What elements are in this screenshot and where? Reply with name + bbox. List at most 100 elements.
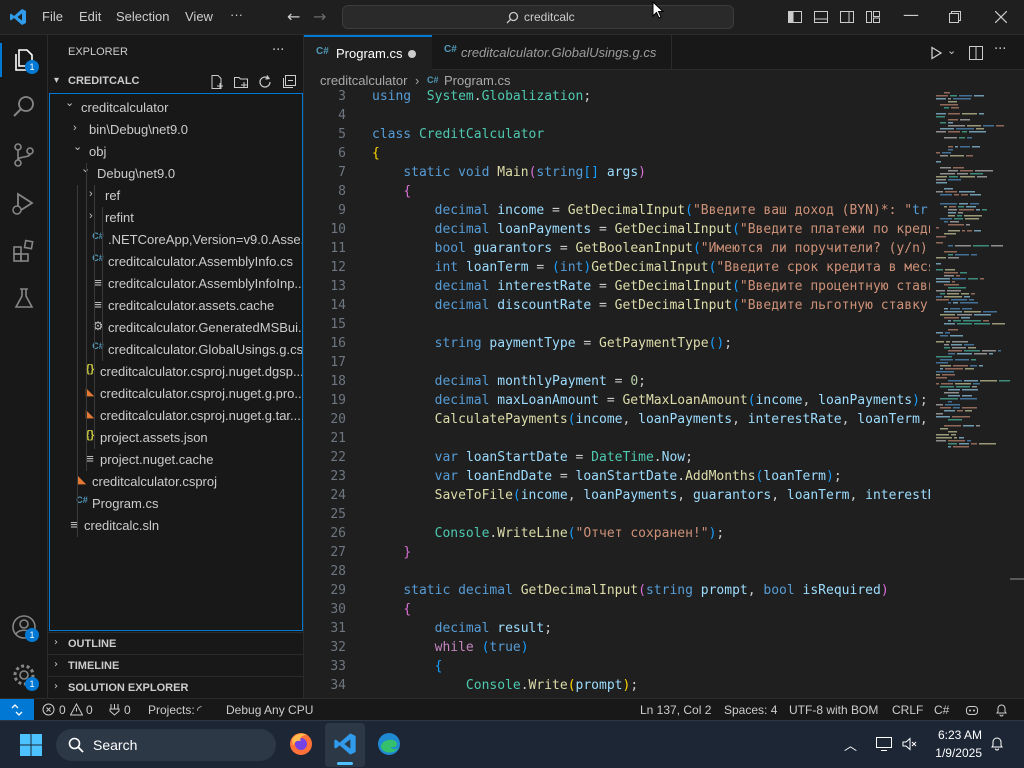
- code-line[interactable]: 27 }: [304, 545, 930, 564]
- code-line[interactable]: 26 Console.WriteLine("Отчет сохранен!");: [304, 526, 930, 545]
- tab-program-cs[interactable]: C# Program.cs: [304, 35, 432, 70]
- tree-item[interactable]: ≡ creditcalc.sln: [50, 515, 302, 537]
- collapse-all-icon[interactable]: [281, 74, 297, 90]
- vscode-taskbar-icon[interactable]: [333, 732, 357, 756]
- code-line[interactable]: 5 class CreditCalculator: [304, 127, 930, 146]
- language-mode[interactable]: C#: [934, 703, 949, 717]
- chevron-right-icon[interactable]: ›: [73, 122, 83, 134]
- windows-start-icon[interactable]: [20, 734, 42, 756]
- copilot-icon[interactable]: [965, 703, 979, 717]
- explorer-more-icon[interactable]: ···: [272, 43, 284, 58]
- code-line[interactable]: 7 static void Main(string[] args): [304, 165, 930, 184]
- network-display-icon[interactable]: [875, 736, 893, 752]
- tree-item[interactable]: ◣ creditcalculator.csproj.nuget.g.pro...: [50, 383, 302, 405]
- code-line[interactable]: 3 using System.Globalization;: [304, 89, 930, 108]
- code-line[interactable]: 9 decimal income = GetDecimalInput("Введ…: [304, 203, 930, 222]
- toggle-panel-icon[interactable]: [813, 9, 829, 25]
- tree-item[interactable]: ⚙ creditcalculator.GeneratedMSBui...: [50, 317, 302, 339]
- code-editor[interactable]: 3 using System.Globalization; 4 5 class Cred…: [304, 88, 930, 698]
- error-count[interactable]: 0: [59, 703, 66, 717]
- more-menus-icon[interactable]: ···: [230, 7, 243, 22]
- code-line[interactable]: 34 Console.Write(prompt);: [304, 678, 930, 697]
- remote-indicator[interactable]: [0, 699, 34, 721]
- chevron-down-icon[interactable]: ⌄: [73, 141, 83, 153]
- tree-item[interactable]: C# creditcalculator.GlobalUsings.g.cs: [50, 339, 302, 361]
- forward-arrow-icon[interactable]: →: [313, 7, 326, 26]
- vscode-logo-icon[interactable]: [9, 8, 27, 26]
- tree-item[interactable]: ◣ creditcalculator.csproj.nuget.g.tar...: [50, 405, 302, 427]
- tree-item[interactable]: › ref: [50, 185, 302, 207]
- menu-selection[interactable]: Selection: [116, 9, 169, 24]
- chevron-down-icon[interactable]: ⌄: [947, 44, 956, 57]
- code-line[interactable]: 30 {: [304, 602, 930, 621]
- toggle-secondary-sidebar-icon[interactable]: [839, 9, 855, 25]
- tree-item[interactable]: C# creditcalculator.AssemblyInfo.cs: [50, 251, 302, 273]
- notification-center-icon[interactable]: [990, 736, 1004, 752]
- close-icon[interactable]: [995, 11, 1007, 23]
- code-line[interactable]: 31 decimal result;: [304, 621, 930, 640]
- solution-explorer-section[interactable]: › SOLUTION EXPLORER: [48, 676, 304, 698]
- code-line[interactable]: 6{: [304, 146, 930, 165]
- volume-muted-icon[interactable]: [901, 736, 917, 752]
- code-line[interactable]: 4: [304, 108, 930, 127]
- minimap[interactable]: [930, 88, 1024, 698]
- code-line[interactable]: 12 int loanTerm = (int)GetDecimalInput("…: [304, 260, 930, 279]
- tree-item[interactable]: ⌄ creditcalculator: [50, 97, 302, 119]
- tree-item[interactable]: C# Program.cs: [50, 493, 302, 515]
- outline-section[interactable]: › OUTLINE: [48, 632, 304, 654]
- code-line[interactable]: 20 CalculatePayments(income, loanPayment…: [304, 412, 930, 431]
- new-folder-icon[interactable]: [233, 74, 249, 90]
- tree-item[interactable]: › bin\Debug\net9.0: [50, 119, 302, 141]
- tree-item[interactable]: {} creditcalculator.csproj.nuget.dgsp...: [50, 361, 302, 383]
- run-debug-icon[interactable]: [10, 189, 38, 217]
- code-line[interactable]: 29 static decimal GetDecimalInput(string…: [304, 583, 930, 602]
- minimize-icon[interactable]: —: [903, 5, 919, 24]
- notifications-bell-icon[interactable]: [995, 703, 1008, 717]
- code-line[interactable]: 24 SaveToFile(income, loanPayments, guar…: [304, 488, 930, 507]
- code-line[interactable]: 32 while (true): [304, 640, 930, 659]
- refresh-icon[interactable]: [257, 74, 273, 90]
- chevron-down-icon[interactable]: ⌄: [65, 97, 75, 109]
- firefox-icon[interactable]: [288, 731, 314, 757]
- code-line[interactable]: 10 decimal loanPayments = GetDecimalInpu…: [304, 222, 930, 241]
- projects-status[interactable]: Projects:: [148, 703, 195, 717]
- code-line[interactable]: 23 var loanEndDate = loanStartDate.AddMo…: [304, 469, 930, 488]
- source-control-icon[interactable]: [10, 141, 38, 169]
- ports-count[interactable]: 0: [124, 703, 131, 717]
- tray-chevron-up-icon[interactable]: ︿: [844, 735, 857, 754]
- modified-dot-icon[interactable]: [408, 50, 416, 58]
- indentation[interactable]: Spaces: 4: [724, 703, 777, 717]
- tree-item[interactable]: ⌄Debug\net9.0: [50, 163, 302, 185]
- timeline-section[interactable]: › TIMELINE: [48, 654, 304, 676]
- tree-item[interactable]: ≡ project.nuget.cache: [50, 449, 302, 471]
- menu-file[interactable]: File: [42, 9, 63, 24]
- tree-item[interactable]: C# .NETCoreApp,Version=v9.0.Asse...: [50, 229, 302, 251]
- code-line[interactable]: 17: [304, 355, 930, 374]
- run-icon[interactable]: [929, 46, 943, 60]
- taskbar-search[interactable]: Search: [56, 729, 276, 761]
- menu-edit[interactable]: Edit: [79, 9, 101, 24]
- tree-item[interactable]: › refint: [50, 207, 302, 229]
- breadcrumb-file[interactable]: Program.cs: [444, 73, 510, 88]
- code-line[interactable]: 19 decimal maxLoanAmount = GetMaxLoanAmo…: [304, 393, 930, 412]
- split-editor-icon[interactable]: [968, 45, 984, 61]
- line-ending[interactable]: CRLF: [892, 703, 923, 717]
- code-line[interactable]: 33 {: [304, 659, 930, 678]
- code-line[interactable]: 14 decimal discountRate = GetDecimalInpu…: [304, 298, 930, 317]
- code-line[interactable]: 8 {: [304, 184, 930, 203]
- code-line[interactable]: 28: [304, 564, 930, 583]
- code-line[interactable]: 13 decimal interestRate = GetDecimalInpu…: [304, 279, 930, 298]
- explorer-root-header[interactable]: ▾ CREDITCALC: [48, 71, 304, 93]
- tree-item[interactable]: ◣ creditcalculator.csproj: [50, 471, 302, 493]
- code-line[interactable]: 15: [304, 317, 930, 336]
- restore-icon[interactable]: [949, 11, 961, 23]
- code-line[interactable]: 11 bool guarantors = GetBooleanInput("Им…: [304, 241, 930, 260]
- tab-global-usings[interactable]: C# creditcalculator.GlobalUsings.g.cs: [432, 35, 672, 70]
- back-arrow-icon[interactable]: ←: [287, 7, 300, 26]
- extensions-icon[interactable]: [10, 237, 38, 265]
- customize-layout-icon[interactable]: [865, 9, 881, 25]
- code-line[interactable]: 16 string paymentType = GetPaymentType()…: [304, 336, 930, 355]
- tree-item[interactable]: {} project.assets.json: [50, 427, 302, 449]
- code-line[interactable]: 21: [304, 431, 930, 450]
- tree-item[interactable]: ⌄ obj: [50, 141, 302, 163]
